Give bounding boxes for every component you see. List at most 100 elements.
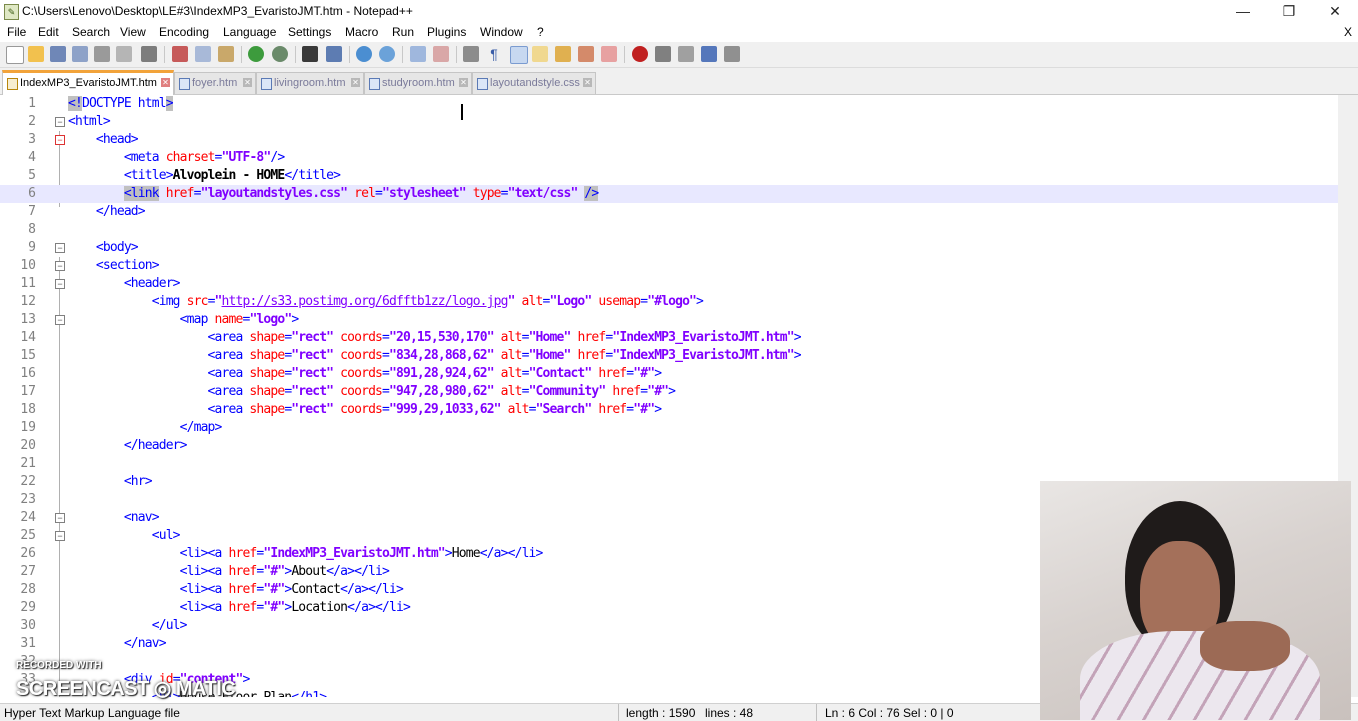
menu-language[interactable]: Language	[223, 25, 276, 39]
sync-vertical-icon[interactable]	[410, 46, 426, 62]
menu-help[interactable]: ?	[537, 25, 544, 39]
close-document-button[interactable]: X	[1344, 25, 1352, 39]
close-tab-icon[interactable]: ✕	[243, 78, 252, 87]
close-file-icon[interactable]	[94, 46, 110, 62]
new-file-icon[interactable]	[6, 46, 24, 64]
open-file-icon[interactable]	[28, 46, 44, 62]
close-tab-icon[interactable]: ✕	[583, 78, 592, 87]
menu-run[interactable]: Run	[392, 25, 414, 39]
minimize-button[interactable]: —	[1220, 0, 1266, 23]
print-icon[interactable]	[141, 46, 157, 62]
close-all-icon[interactable]	[116, 46, 132, 62]
restore-button[interactable]: ❐	[1266, 0, 1312, 23]
sync-horizontal-icon[interactable]	[433, 46, 449, 62]
tab-label: studyroom.htm	[382, 77, 455, 89]
tab-studyroom[interactable]: studyroom.htm ✕	[364, 72, 472, 94]
code-line[interactable]: 15 <area shape="rect" coords="834,28,868…	[0, 347, 1338, 365]
code-line[interactable]: 19 </map>	[0, 419, 1338, 437]
code-line[interactable]: 4 <meta charset="UTF-8"/>	[0, 149, 1338, 167]
replace-icon[interactable]	[326, 46, 342, 62]
code-line[interactable]: 3− <head>	[0, 131, 1338, 149]
zoom-out-icon[interactable]	[379, 46, 395, 62]
fold-toggle-icon[interactable]: −	[55, 243, 65, 253]
redo-icon[interactable]	[272, 46, 288, 62]
file-type-label: Hyper Text Markup Language file	[4, 706, 180, 720]
tab-foyer[interactable]: foyer.htm ✕	[174, 72, 256, 94]
close-tab-icon[interactable]: ✕	[459, 78, 468, 87]
fold-toggle-icon[interactable]: −	[55, 261, 65, 271]
code-line[interactable]: 9− <body>	[0, 239, 1338, 257]
code-line[interactable]: 1 <!DOCTYPE html>	[0, 95, 1338, 113]
close-tab-icon[interactable]: ✕	[161, 78, 170, 87]
save-macro-icon[interactable]	[724, 46, 740, 62]
zoom-in-icon[interactable]	[356, 46, 372, 62]
fold-toggle-icon[interactable]: −	[55, 531, 65, 541]
tab-label: livingroom.htm	[274, 77, 346, 89]
watermark-caption: RECORDED WITH	[16, 660, 102, 671]
watermark-brand: SCREENCAST ◎ MATIC	[16, 678, 236, 700]
toolbar-separator	[456, 46, 457, 63]
fold-toggle-icon[interactable]: −	[55, 315, 65, 325]
code-line[interactable]: 11− <header>	[0, 275, 1338, 293]
tab-indexmp3[interactable]: IndexMP3_EvaristoJMT.htm ✕	[2, 70, 174, 97]
run-macro-multiple-icon[interactable]	[701, 46, 717, 62]
save-all-icon[interactable]	[72, 46, 88, 62]
undo-icon[interactable]	[248, 46, 264, 62]
fold-toggle-icon[interactable]: −	[55, 135, 65, 145]
indent-guide-icon[interactable]	[510, 46, 528, 64]
fold-toggle-icon[interactable]: −	[55, 513, 65, 523]
paste-icon[interactable]	[218, 46, 234, 62]
menu-settings[interactable]: Settings	[288, 25, 331, 39]
code-line[interactable]: 10− <section>	[0, 257, 1338, 275]
fold-toggle-icon[interactable]: −	[55, 279, 65, 289]
webcam-overlay	[1040, 481, 1351, 720]
word-wrap-icon[interactable]	[463, 46, 479, 62]
menu-macro[interactable]: Macro	[345, 25, 378, 39]
copy-icon[interactable]	[195, 46, 211, 62]
save-icon[interactable]	[50, 46, 66, 62]
language-define-icon[interactable]	[532, 46, 548, 62]
code-line[interactable]: 20 </header>	[0, 437, 1338, 455]
cut-icon[interactable]	[172, 46, 188, 62]
menu-window[interactable]: Window	[480, 25, 523, 39]
code-line[interactable]: 12 <img src="http://s33.postimg.org/6dff…	[0, 293, 1338, 311]
code-line[interactable]: 5 <title>Alvoplein - HOME</title>	[0, 167, 1338, 185]
webcam-person-arm	[1200, 621, 1290, 671]
folder-workspace-icon[interactable]	[601, 46, 617, 62]
code-line-current[interactable]: 6 <link href="layoutandstyles.css" rel="…	[0, 185, 1338, 203]
menu-encoding[interactable]: Encoding	[159, 25, 209, 39]
toolbar-separator	[295, 46, 296, 63]
notepadpp-app-icon[interactable]: ✎	[4, 4, 19, 20]
menu-search[interactable]: Search	[72, 25, 110, 39]
menu-plugins[interactable]: Plugins	[427, 25, 466, 39]
code-line[interactable]: 21	[0, 455, 1338, 473]
code-line[interactable]: 16 <area shape="rect" coords="891,28,924…	[0, 365, 1338, 383]
tab-livingroom[interactable]: livingroom.htm ✕	[256, 72, 364, 94]
doc-map-icon[interactable]	[555, 46, 571, 62]
close-tab-icon[interactable]: ✕	[351, 78, 360, 87]
record-macro-icon[interactable]	[632, 46, 648, 62]
function-list-icon[interactable]	[578, 46, 594, 62]
code-line[interactable]: 17 <area shape="rect" coords="947,28,980…	[0, 383, 1338, 401]
menu-edit[interactable]: Edit	[38, 25, 59, 39]
window-title: C:\Users\Lenovo\Desktop\LE#3\IndexMP3_Ev…	[22, 4, 413, 18]
find-icon[interactable]	[302, 46, 318, 62]
tab-layoutandstyle[interactable]: layoutandstyle.css ✕	[472, 72, 596, 94]
file-icon	[179, 78, 190, 90]
toolbar: ¶	[0, 42, 1358, 68]
toolbar-separator	[402, 46, 403, 63]
stop-macro-icon[interactable]	[655, 46, 671, 62]
code-line[interactable]: 13− <map name="logo">	[0, 311, 1338, 329]
code-line[interactable]: 14 <area shape="rect" coords="20,15,530,…	[0, 329, 1338, 347]
fold-toggle-icon[interactable]: −	[55, 117, 65, 127]
code-line[interactable]: 7 </head>	[0, 203, 1338, 221]
code-line[interactable]: 18 <area shape="rect" coords="999,29,103…	[0, 401, 1338, 419]
title-bar: ✎ C:\Users\Lenovo\Desktop\LE#3\IndexMP3_…	[0, 0, 1358, 23]
play-macro-icon[interactable]	[678, 46, 694, 62]
close-button[interactable]: ✕	[1312, 0, 1358, 23]
code-line[interactable]: 2− <html>	[0, 113, 1338, 131]
code-line[interactable]: 8	[0, 221, 1338, 239]
show-all-characters-icon[interactable]: ¶	[486, 46, 502, 62]
menu-file[interactable]: File	[7, 25, 26, 39]
menu-view[interactable]: View	[120, 25, 146, 39]
